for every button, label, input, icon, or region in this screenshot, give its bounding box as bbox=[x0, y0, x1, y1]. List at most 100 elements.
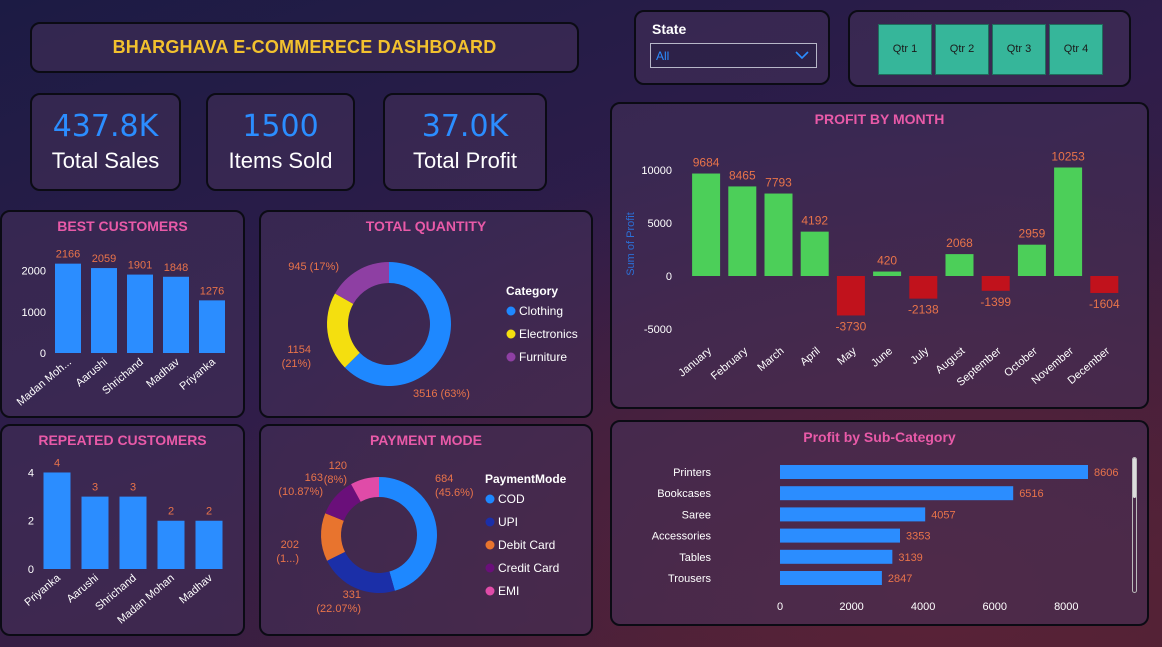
x-tick-label: 8000 bbox=[1054, 601, 1078, 613]
bar[interactable] bbox=[692, 173, 721, 276]
data-label: 8606 bbox=[1094, 467, 1118, 479]
pie-slice[interactable] bbox=[321, 513, 345, 561]
profit-by-subcategory-chart: Printers 8606 Bookcases 6516 Saree 4057 Access… bbox=[652, 465, 1118, 613]
data-label: 2059 bbox=[92, 253, 116, 265]
bar[interactable] bbox=[55, 263, 81, 353]
qtr-3-button[interactable]: Qtr 3 bbox=[992, 24, 1046, 75]
bar[interactable] bbox=[728, 186, 757, 276]
legend-item[interactable]: Clothing bbox=[519, 304, 563, 318]
data-label: 420 bbox=[877, 254, 897, 268]
data-label: -3730 bbox=[836, 319, 867, 333]
bar[interactable] bbox=[157, 520, 185, 569]
state-dropdown[interactable]: All bbox=[650, 43, 817, 68]
best-customers-chart: 0100020002166Madan Moh...2059Aarushi1901… bbox=[15, 249, 225, 409]
data-label: 3 bbox=[130, 482, 136, 494]
data-label: 3353 bbox=[906, 531, 930, 543]
x-tick-label: Madhav bbox=[177, 572, 215, 607]
bar[interactable] bbox=[780, 507, 926, 522]
x-tick-label: Priyanka bbox=[177, 356, 218, 393]
data-label: 2847 bbox=[888, 573, 912, 585]
kpi-value: 1500 bbox=[242, 109, 319, 144]
slice-label: 684 (45.6%) bbox=[435, 473, 474, 499]
bar[interactable] bbox=[81, 496, 109, 569]
y-tick-label: 10000 bbox=[641, 165, 672, 177]
chevron-down-icon bbox=[795, 51, 809, 60]
data-label: 8465 bbox=[729, 168, 756, 182]
bar[interactable] bbox=[764, 193, 793, 276]
bar[interactable] bbox=[780, 486, 1014, 501]
pie-slice[interactable] bbox=[327, 551, 395, 593]
quarter-slicer: Qtr 1 Qtr 2 Qtr 3 Qtr 4 bbox=[848, 10, 1131, 87]
data-label: 2068 bbox=[946, 236, 973, 250]
repeated-customers-panel: REPEATED CUSTOMERS 0 2 4 4 Priyanka 3 Aarushi 3… bbox=[0, 424, 245, 636]
y-tick-label: 5000 bbox=[648, 218, 672, 230]
bar[interactable] bbox=[909, 276, 938, 299]
y-tick-label: 2000 bbox=[22, 266, 46, 278]
data-label: 3 bbox=[92, 482, 98, 494]
data-label: 3139 bbox=[898, 552, 922, 564]
qtr-4-button[interactable]: Qtr 4 bbox=[1049, 24, 1103, 75]
payment-mode-chart: 684 (45.6%) 331 (22.07%) 202 (1...) 163 (10.87%… bbox=[276, 460, 566, 615]
x-tick-label: Priyanka bbox=[22, 572, 63, 609]
legend-marker bbox=[485, 563, 495, 573]
bar[interactable] bbox=[981, 276, 1010, 291]
bar[interactable] bbox=[195, 520, 223, 569]
data-label: 4 bbox=[54, 457, 60, 469]
y-tick-label: Tables bbox=[679, 552, 711, 564]
bar[interactable] bbox=[945, 254, 974, 276]
profit-by-month-chart: Sum of Profit-500005000100009684January8… bbox=[625, 150, 1120, 389]
vertical-scrollbar[interactable] bbox=[1132, 457, 1137, 593]
legend-marker bbox=[506, 329, 516, 339]
legend-item[interactable]: COD bbox=[498, 492, 525, 506]
scrollbar-thumb[interactable] bbox=[1133, 458, 1136, 498]
x-tick-label: May bbox=[835, 345, 859, 368]
legend-item[interactable]: Credit Card bbox=[498, 561, 559, 575]
y-tick-label: 2 bbox=[28, 516, 34, 528]
bar[interactable] bbox=[1017, 244, 1046, 276]
payment-mode-panel: PAYMENT MODE 684 (45.6%) 331 (22.07%) 202 (1.… bbox=[259, 424, 593, 636]
bar[interactable] bbox=[1090, 276, 1119, 293]
bar[interactable] bbox=[780, 465, 1088, 479]
bar[interactable] bbox=[127, 274, 153, 353]
legend-marker bbox=[506, 306, 516, 316]
bar[interactable] bbox=[800, 231, 829, 276]
kpi-items-sold: 1500 Items Sold bbox=[206, 93, 355, 191]
qtr-1-button[interactable]: Qtr 1 bbox=[878, 24, 932, 75]
bar[interactable] bbox=[43, 472, 71, 569]
y-tick-label: Accessories bbox=[652, 531, 712, 543]
data-label: 2 bbox=[168, 506, 174, 518]
legend-item[interactable]: EMI bbox=[498, 584, 519, 598]
state-slicer: State All bbox=[634, 10, 830, 85]
qtr-2-button[interactable]: Qtr 2 bbox=[935, 24, 989, 75]
bar[interactable] bbox=[1054, 167, 1083, 276]
x-tick-label: 6000 bbox=[982, 601, 1006, 613]
bar[interactable] bbox=[199, 300, 225, 353]
data-label: -1399 bbox=[980, 295, 1011, 309]
legend-item[interactable]: Debit Card bbox=[498, 538, 555, 552]
y-tick-label: -5000 bbox=[644, 324, 672, 336]
x-tick-label: 0 bbox=[777, 601, 783, 613]
kpi-label: Total Profit bbox=[413, 148, 517, 173]
slice-label: 120 (8%) bbox=[324, 460, 347, 486]
legend-item[interactable]: Electronics bbox=[519, 327, 578, 341]
pie-slice[interactable] bbox=[334, 262, 389, 304]
pie-slice[interactable] bbox=[327, 293, 360, 368]
bar[interactable] bbox=[780, 528, 901, 543]
bar[interactable] bbox=[119, 496, 147, 569]
data-label: 2 bbox=[206, 506, 212, 518]
x-tick-label: 4000 bbox=[911, 601, 935, 613]
bar[interactable] bbox=[163, 276, 189, 353]
profit-by-subcategory-panel: Profit by Sub-Category Printers 8606 Bookc… bbox=[610, 420, 1149, 626]
bar[interactable] bbox=[780, 549, 893, 564]
legend-item[interactable]: Furniture bbox=[519, 350, 567, 364]
bar[interactable] bbox=[780, 571, 882, 585]
bar[interactable] bbox=[873, 271, 902, 276]
slice-label: 3516 (63%) bbox=[413, 388, 470, 400]
bar[interactable] bbox=[836, 276, 865, 316]
bar[interactable] bbox=[91, 268, 117, 353]
y-tick-label: 4 bbox=[28, 467, 34, 479]
data-label: 2166 bbox=[56, 249, 80, 261]
total-quantity-chart: 3516 (63%) 1154 (21%) 945 (17%) Category Clot… bbox=[282, 261, 578, 400]
legend-item[interactable]: UPI bbox=[498, 515, 518, 529]
data-label: 10253 bbox=[1051, 150, 1085, 164]
